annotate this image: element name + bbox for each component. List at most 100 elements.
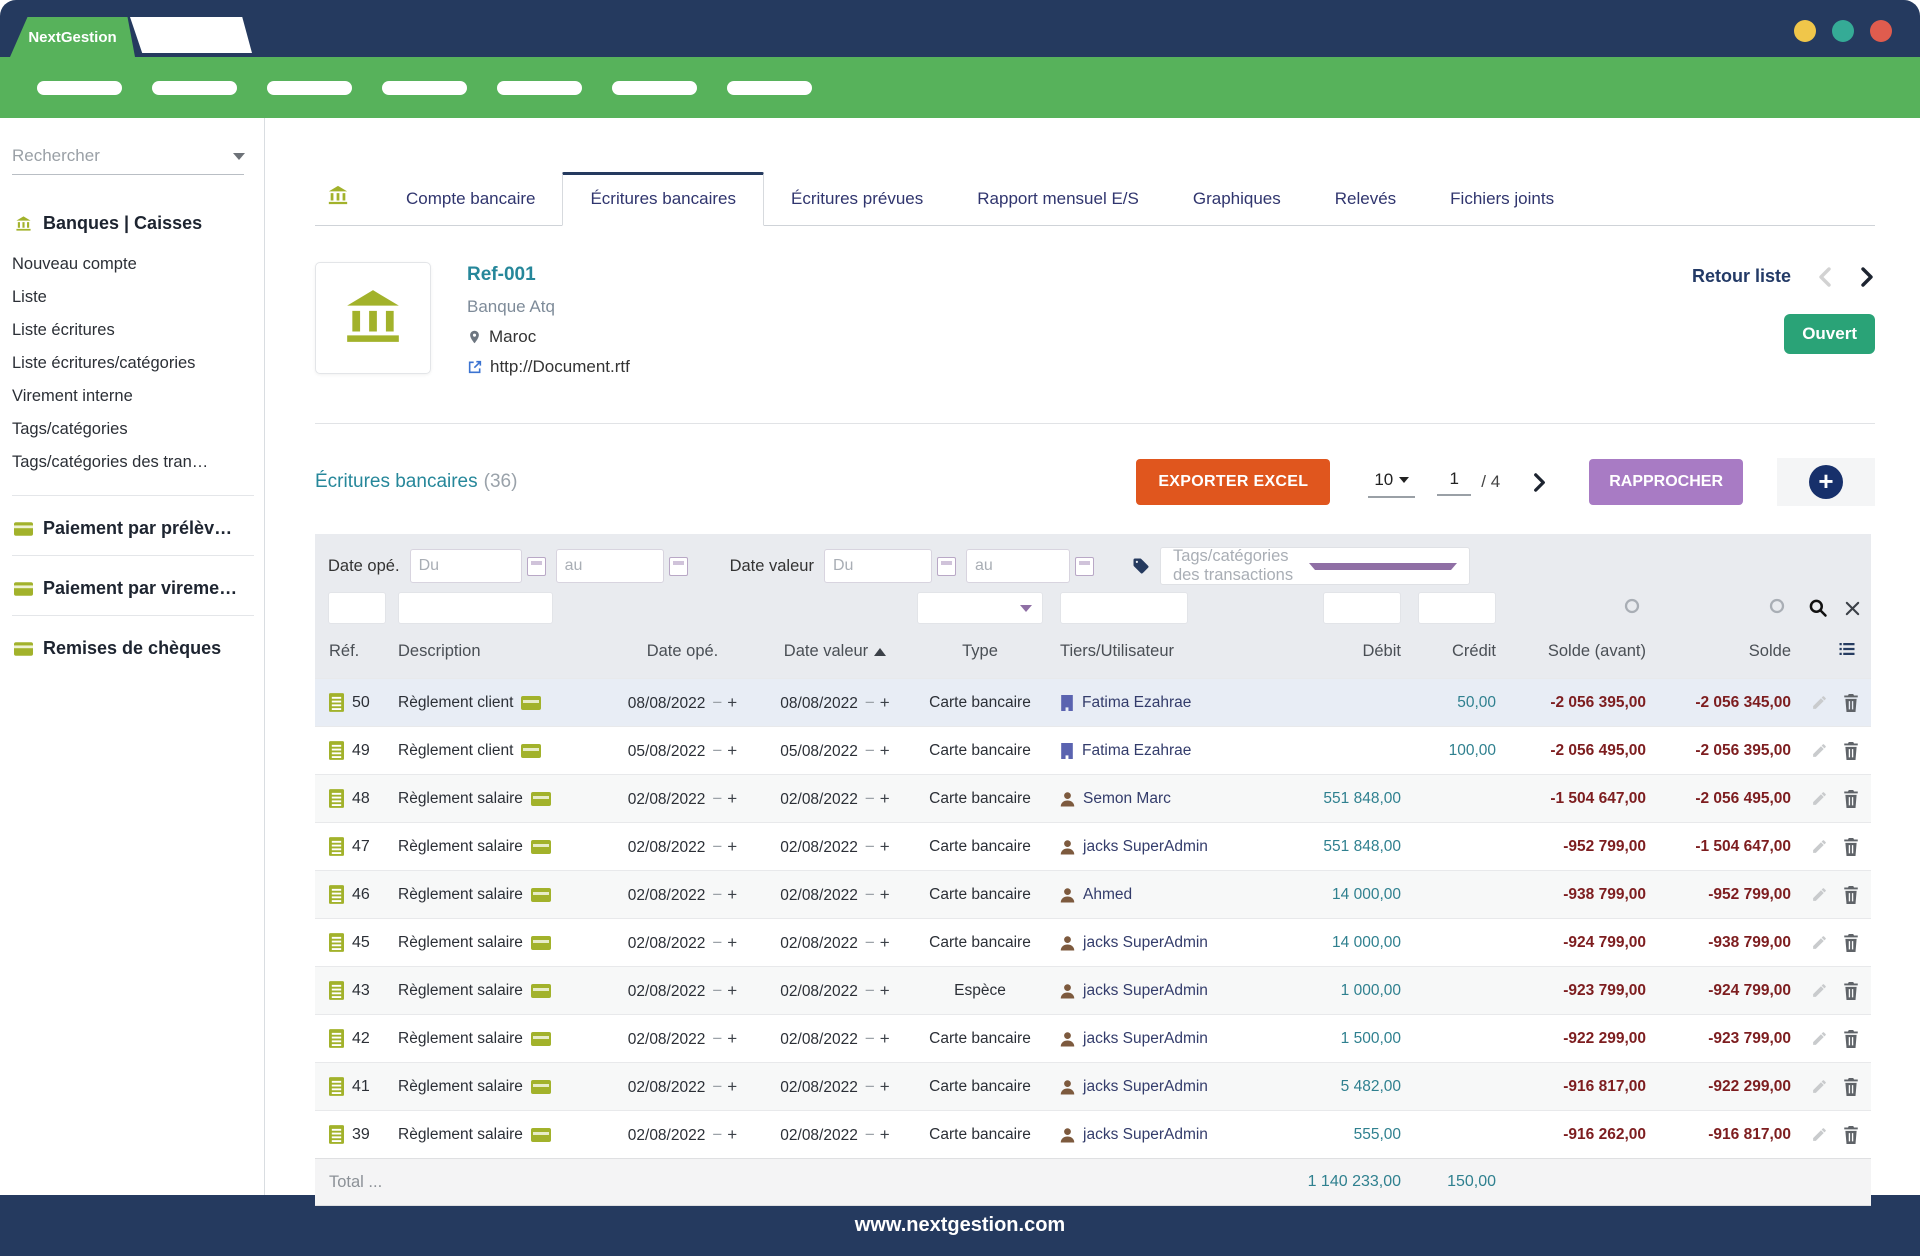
edit-pencil-icon[interactable] [1811, 1030, 1828, 1047]
date-decrement-button[interactable]: − [712, 1077, 722, 1096]
sidebar-item-banques-caisses[interactable]: Banques | Caisses [12, 213, 254, 234]
date-increment-button[interactable]: + [880, 1077, 890, 1096]
date-decrement-button[interactable]: − [712, 885, 722, 904]
table-row[interactable]: 46Règlement salaire02/08/2022−+02/08/202… [315, 870, 1871, 918]
chevron-left-icon[interactable] [1817, 267, 1833, 287]
date-increment-button[interactable]: + [880, 885, 890, 904]
date-decrement-button[interactable]: − [865, 837, 875, 856]
edit-pencil-icon[interactable] [1811, 886, 1828, 903]
tab-compte-bancaire[interactable]: Compte bancaire [379, 189, 562, 225]
column-header-solde-avant[interactable]: Solde (avant) [1500, 642, 1650, 661]
date-decrement-button[interactable]: − [712, 1125, 722, 1144]
date-decrement-button[interactable]: − [865, 981, 875, 1000]
date-decrement-button[interactable]: − [712, 741, 722, 760]
date-decrement-button[interactable]: − [712, 837, 722, 856]
date-increment-button[interactable]: + [880, 933, 890, 952]
chevron-down-icon[interactable] [233, 153, 245, 160]
delete-trash-icon[interactable] [1843, 982, 1859, 1000]
date-increment-button[interactable]: + [727, 981, 737, 1000]
window-close-dot[interactable] [1870, 20, 1892, 42]
date-ope-to-input[interactable] [556, 549, 664, 583]
date-decrement-button[interactable]: − [865, 789, 875, 808]
date-decrement-button[interactable]: − [712, 933, 722, 952]
sidebar-item[interactable]: Virement interne [12, 380, 254, 413]
date-increment-button[interactable]: + [727, 1125, 737, 1144]
delete-trash-icon[interactable] [1843, 742, 1859, 760]
date-ope-from-input[interactable] [410, 549, 522, 583]
date-increment-button[interactable]: + [880, 981, 890, 1000]
delete-trash-icon[interactable] [1843, 694, 1859, 712]
sidebar-item[interactable]: Liste [12, 281, 254, 314]
close-icon[interactable] [1844, 600, 1861, 617]
search-icon[interactable] [1808, 598, 1828, 618]
edit-pencil-icon[interactable] [1811, 982, 1828, 999]
calendar-icon[interactable] [1075, 557, 1094, 576]
delete-trash-icon[interactable] [1843, 790, 1859, 808]
column-header-debit[interactable]: Débit [1275, 642, 1405, 661]
nav-pill[interactable] [267, 81, 352, 95]
column-header-date-ope[interactable]: Date opé. [605, 642, 760, 661]
date-increment-button[interactable]: + [727, 885, 737, 904]
sidebar-item-paiement-prelevement[interactable]: Paiement par prélèv… [12, 518, 254, 539]
date-increment-button[interactable]: + [880, 741, 890, 760]
column-header-date-valeur[interactable]: Date valeur [760, 642, 910, 661]
date-increment-button[interactable]: + [727, 741, 737, 760]
table-row[interactable]: 39Règlement salaire02/08/2022−+02/08/202… [315, 1110, 1871, 1158]
add-entry-button[interactable]: + [1809, 465, 1843, 499]
date-increment-button[interactable]: + [727, 1029, 737, 1048]
nav-pill[interactable] [382, 81, 467, 95]
delete-trash-icon[interactable] [1843, 1030, 1859, 1048]
edit-pencil-icon[interactable] [1811, 1126, 1828, 1143]
chevron-right-icon[interactable] [1859, 267, 1875, 287]
delete-trash-icon[interactable] [1843, 886, 1859, 904]
nav-pill[interactable] [152, 81, 237, 95]
sidebar-item[interactable]: Nouveau compte [12, 248, 254, 281]
date-decrement-button[interactable]: − [865, 1125, 875, 1144]
description-filter-input[interactable] [398, 592, 553, 624]
date-decrement-button[interactable]: − [712, 789, 722, 808]
table-row[interactable]: 48Règlement salaire02/08/2022−+02/08/202… [315, 774, 1871, 822]
date-increment-button[interactable]: + [727, 933, 737, 952]
column-header-description[interactable]: Description [390, 642, 605, 661]
table-row[interactable]: 49Règlement client05/08/2022−+05/08/2022… [315, 726, 1871, 774]
table-row[interactable]: 50Règlement client08/08/2022−+08/08/2022… [315, 678, 1871, 726]
account-document-link[interactable]: http://Document.rtf [490, 357, 630, 377]
sidebar-item-paiement-virement[interactable]: Paiement par vireme… [12, 578, 254, 599]
secondary-tab[interactable] [130, 17, 252, 53]
window-minimize-dot[interactable] [1794, 20, 1816, 42]
date-increment-button[interactable]: + [727, 837, 737, 856]
table-row[interactable]: 43Règlement salaire02/08/2022−+02/08/202… [315, 966, 1871, 1014]
type-filter-select[interactable] [917, 592, 1043, 624]
sidebar-item[interactable]: Liste écritures/catégories [12, 347, 254, 380]
date-decrement-button[interactable]: − [865, 1029, 875, 1048]
page-number-input[interactable] [1437, 469, 1471, 496]
date-decrement-button[interactable]: − [865, 693, 875, 712]
tab-graphiques[interactable]: Graphiques [1166, 189, 1308, 225]
tags-filter-select[interactable]: Tags/catégories des transactions [1160, 547, 1470, 585]
column-header-ref[interactable]: Réf. [315, 642, 390, 661]
table-row[interactable]: 41Règlement salaire02/08/2022−+02/08/202… [315, 1062, 1871, 1110]
edit-pencil-icon[interactable] [1811, 790, 1828, 807]
date-decrement-button[interactable]: − [865, 933, 875, 952]
edit-pencil-icon[interactable] [1811, 934, 1828, 951]
nav-pill[interactable] [497, 81, 582, 95]
sidebar-item[interactable]: Tags/catégories des tran… [12, 446, 254, 479]
date-increment-button[interactable]: + [880, 789, 890, 808]
date-increment-button[interactable]: + [880, 1125, 890, 1144]
tab-fichiers-joints[interactable]: Fichiers joints [1423, 189, 1581, 225]
edit-pencil-icon[interactable] [1811, 1078, 1828, 1095]
date-increment-button[interactable]: + [727, 693, 737, 712]
reconcile-button[interactable]: RAPPROCHER [1589, 459, 1743, 505]
column-header-credit[interactable]: Crédit [1405, 642, 1500, 661]
calendar-icon[interactable] [937, 557, 956, 576]
tab-relev-s[interactable]: Relevés [1308, 189, 1423, 225]
delete-trash-icon[interactable] [1843, 1078, 1859, 1096]
nav-pill[interactable] [727, 81, 812, 95]
tiers-filter-input[interactable] [1060, 592, 1188, 624]
date-decrement-button[interactable]: − [712, 1029, 722, 1048]
column-header-tiers[interactable]: Tiers/Utilisateur [1050, 642, 1275, 661]
next-page-chevron-icon[interactable] [1532, 473, 1547, 492]
edit-pencil-icon[interactable] [1811, 838, 1828, 855]
date-increment-button[interactable]: + [880, 837, 890, 856]
debit-filter-input[interactable] [1323, 592, 1401, 624]
